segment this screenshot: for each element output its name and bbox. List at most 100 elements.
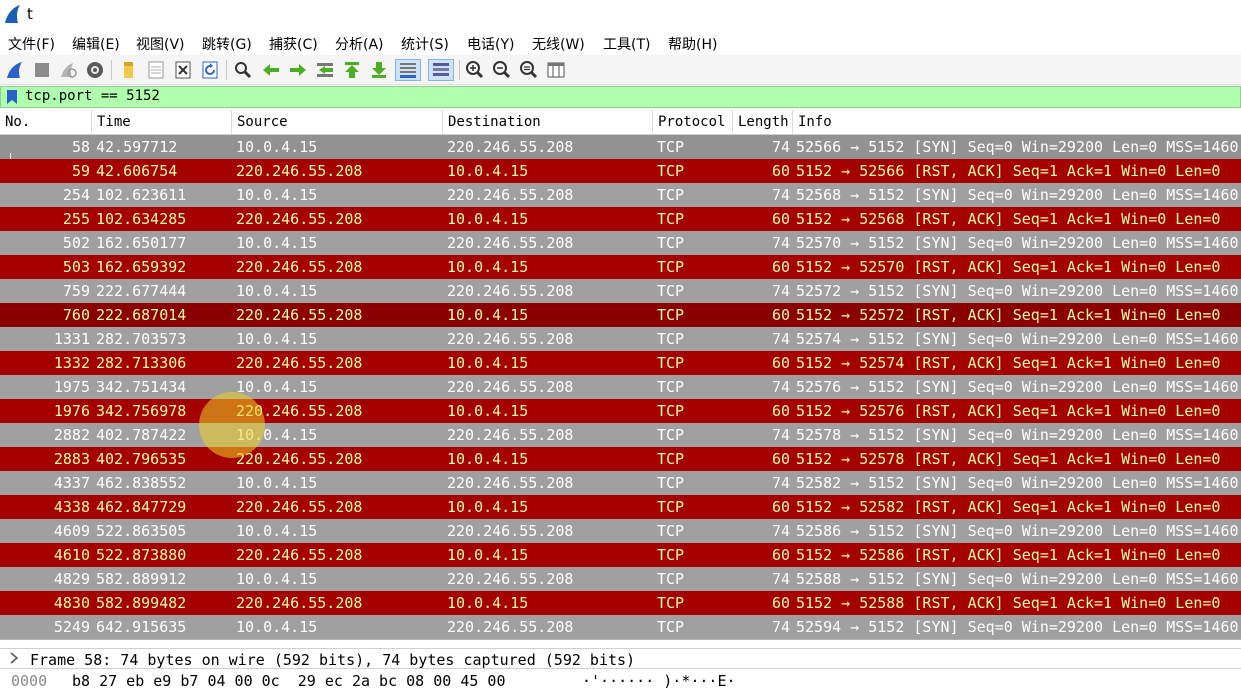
cell-info: 5152 → 52576 [RST, ACK] Seq=1 Ack=1 Win=… <box>796 402 1221 420</box>
table-row[interactable]: 4609 522.863505 10.0.4.15 220.246.55.208 TCP… <box>0 519 1241 543</box>
cell-no: 1975 <box>53 378 90 396</box>
go-forward-icon[interactable] <box>287 59 309 81</box>
find-packet-icon[interactable] <box>232 59 254 81</box>
zoom-normal-icon[interactable] <box>518 59 540 81</box>
table-row[interactable]: 4338 462.847729 220.246.55.208 10.0.4.15 TCP… <box>0 495 1241 519</box>
zoom-out-icon[interactable] <box>491 59 513 81</box>
bytes-hex[interactable]: b8 27 eb e9 b7 04 00 0c 29 ec 2a bc 08 0… <box>72 672 505 690</box>
display-filter-bar[interactable]: tcp.port == 5152 <box>0 86 1241 108</box>
table-row[interactable]: 4829 582.889912 10.0.4.15 220.246.55.208 TCP… <box>0 567 1241 591</box>
table-row[interactable]: 255 102.634285 220.246.55.208 10.0.4.15 TCP 6… <box>0 207 1241 231</box>
go-back-icon[interactable] <box>260 59 282 81</box>
table-row[interactable]: 59 42.606754 220.246.55.208 10.0.4.15 TCP 60 5… <box>0 159 1241 183</box>
cell-source: 10.0.4.15 <box>236 618 318 636</box>
table-row[interactable]: 5249 642.915635 10.0.4.15 220.246.55.208 TCP… <box>0 615 1241 639</box>
close-file-icon[interactable] <box>172 59 194 81</box>
open-file-icon[interactable] <box>117 59 139 81</box>
packet-bytes-pane[interactable]: 0000 b8 27 eb e9 b7 04 00 0c 29 ec 2a bc… <box>0 668 1241 696</box>
column-header-length[interactable]: Length <box>733 110 793 135</box>
stop-capture-icon[interactable] <box>31 59 53 81</box>
cell-destination: 10.0.4.15 <box>447 402 529 420</box>
table-row[interactable]: 1975 342.751434 10.0.4.15 220.246.55.208 TCP… <box>0 375 1241 399</box>
cell-source: 10.0.4.15 <box>236 234 318 252</box>
cell-source: 10.0.4.15 <box>236 522 318 540</box>
menu-analyze[interactable]: 分析(A) <box>335 34 384 54</box>
display-filter-input[interactable]: tcp.port == 5152 <box>25 88 160 104</box>
cell-protocol: TCP <box>657 378 685 396</box>
cell-source: 10.0.4.15 <box>236 186 318 204</box>
reload-file-icon[interactable] <box>199 59 221 81</box>
table-row[interactable]: 759 222.677444 10.0.4.15 220.246.55.208 TCP 7… <box>0 279 1241 303</box>
bytes-ascii[interactable]: ·'······ )·*···E· <box>582 672 736 690</box>
column-header-source[interactable]: Source <box>232 110 443 135</box>
table-row[interactable]: 4830 582.899482 220.246.55.208 10.0.4.15 TCP… <box>0 591 1241 615</box>
cell-destination: 220.246.55.208 <box>447 330 574 348</box>
menu-statistics[interactable]: 统计(S) <box>401 34 449 54</box>
cell-no: 254 <box>62 186 90 204</box>
menu-tools[interactable]: 工具(T) <box>603 34 650 54</box>
menu-go[interactable]: 跳转(G) <box>202 34 252 54</box>
cell-protocol: TCP <box>657 474 685 492</box>
cell-destination: 10.0.4.15 <box>447 258 529 276</box>
cell-no: 4610 <box>53 546 90 564</box>
capture-options-icon[interactable] <box>84 59 106 81</box>
cell-no: 503 <box>62 258 90 276</box>
frame-summary[interactable]: Frame 58: 74 bytes on wire (592 bits), 7… <box>30 651 635 668</box>
cell-time: 342.751434 <box>96 378 187 396</box>
table-row[interactable]: 4610 522.873880 220.246.55.208 10.0.4.15 TCP… <box>0 543 1241 567</box>
bookmark-icon[interactable] <box>5 89 19 105</box>
cell-source: 10.0.4.15 <box>236 378 318 396</box>
start-capture-icon[interactable] <box>4 59 26 81</box>
menu-file[interactable]: 文件(F) <box>8 34 55 54</box>
table-row[interactable]: 1976 342.756978 220.246.55.208 10.0.4.15 TCP… <box>0 399 1241 423</box>
packet-list[interactable]: No. Time Source Destination Protocol Len… <box>0 110 1241 640</box>
table-row[interactable]: 503 162.659392 220.246.55.208 10.0.4.15 TCP 6… <box>0 255 1241 279</box>
cell-info: 52574 → 5152 [SYN] Seq=0 Win=29200 Len=0… <box>796 330 1241 348</box>
column-header-time[interactable]: Time <box>92 110 232 135</box>
table-row[interactable]: 1331 282.703573 10.0.4.15 220.246.55.208 TCP… <box>0 327 1241 351</box>
table-row[interactable]: 760 222.687014 220.246.55.208 10.0.4.15 TCP 6… <box>0 303 1241 327</box>
cell-protocol: TCP <box>657 282 685 300</box>
chevron-right-icon[interactable] <box>7 651 21 665</box>
menu-help[interactable]: 帮助(H) <box>668 34 717 54</box>
menu-wireless[interactable]: 无线(W) <box>532 34 585 54</box>
table-row[interactable]: 4337 462.838552 10.0.4.15 220.246.55.208 TCP… <box>0 471 1241 495</box>
column-header-destination[interactable]: Destination <box>443 110 653 135</box>
go-to-packet-icon[interactable] <box>314 59 336 81</box>
table-row[interactable]: 1332 282.713306 220.246.55.208 10.0.4.15 TCP… <box>0 351 1241 375</box>
restart-capture-icon[interactable] <box>57 59 79 81</box>
autoscroll-icon[interactable] <box>395 59 421 81</box>
column-header-info[interactable]: Info <box>793 110 1241 135</box>
go-last-icon[interactable] <box>368 59 390 81</box>
colorize-icon[interactable] <box>428 59 454 81</box>
table-row[interactable]: 254 102.623611 10.0.4.15 220.246.55.208 TCP 7… <box>0 183 1241 207</box>
table-row[interactable]: 502 162.650177 10.0.4.15 220.246.55.208 TCP 7… <box>0 231 1241 255</box>
menu-capture[interactable]: 捕获(C) <box>269 34 318 54</box>
table-row[interactable]: 2883 402.796535 220.246.55.208 10.0.4.15 TCP… <box>0 447 1241 471</box>
cell-destination: 220.246.55.208 <box>447 186 574 204</box>
cell-destination: 220.246.55.208 <box>447 234 574 252</box>
column-header-no[interactable]: No. <box>0 110 92 135</box>
menu-view[interactable]: 视图(V) <box>136 34 185 54</box>
cell-time: 222.677444 <box>96 282 187 300</box>
menu-telephony[interactable]: 电话(Y) <box>467 34 514 54</box>
column-header-protocol[interactable]: Protocol <box>653 110 733 135</box>
save-file-icon[interactable] <box>145 59 167 81</box>
table-row[interactable]: 2882 402.787422 10.0.4.15 220.246.55.208 TCP… <box>0 423 1241 447</box>
go-first-icon[interactable] <box>341 59 363 81</box>
cell-no: 4829 <box>53 570 90 588</box>
zoom-in-icon[interactable] <box>464 59 486 81</box>
resize-columns-icon[interactable] <box>545 59 567 81</box>
cell-length: 74 <box>771 378 790 396</box>
cell-no: 2882 <box>53 426 90 444</box>
cell-info: 5152 → 52582 [RST, ACK] Seq=1 Ack=1 Win=… <box>796 498 1221 516</box>
cell-length: 60 <box>771 258 790 276</box>
cell-destination: 220.246.55.208 <box>447 282 574 300</box>
cell-info: 5152 → 52588 [RST, ACK] Seq=1 Ack=1 Win=… <box>796 594 1221 612</box>
cell-protocol: TCP <box>657 426 685 444</box>
table-row[interactable]: 58 42.597712 10.0.4.15 220.246.55.208 TCP 74 5… <box>0 135 1241 159</box>
cell-no: 1976 <box>53 402 90 420</box>
menu-edit[interactable]: 编辑(E) <box>72 34 120 54</box>
cell-info: 52594 → 5152 [SYN] Seq=0 Win=29200 Len=0… <box>796 618 1241 636</box>
packet-details-pane[interactable]: Frame 58: 74 bytes on wire (592 bits), 7… <box>0 648 1241 668</box>
